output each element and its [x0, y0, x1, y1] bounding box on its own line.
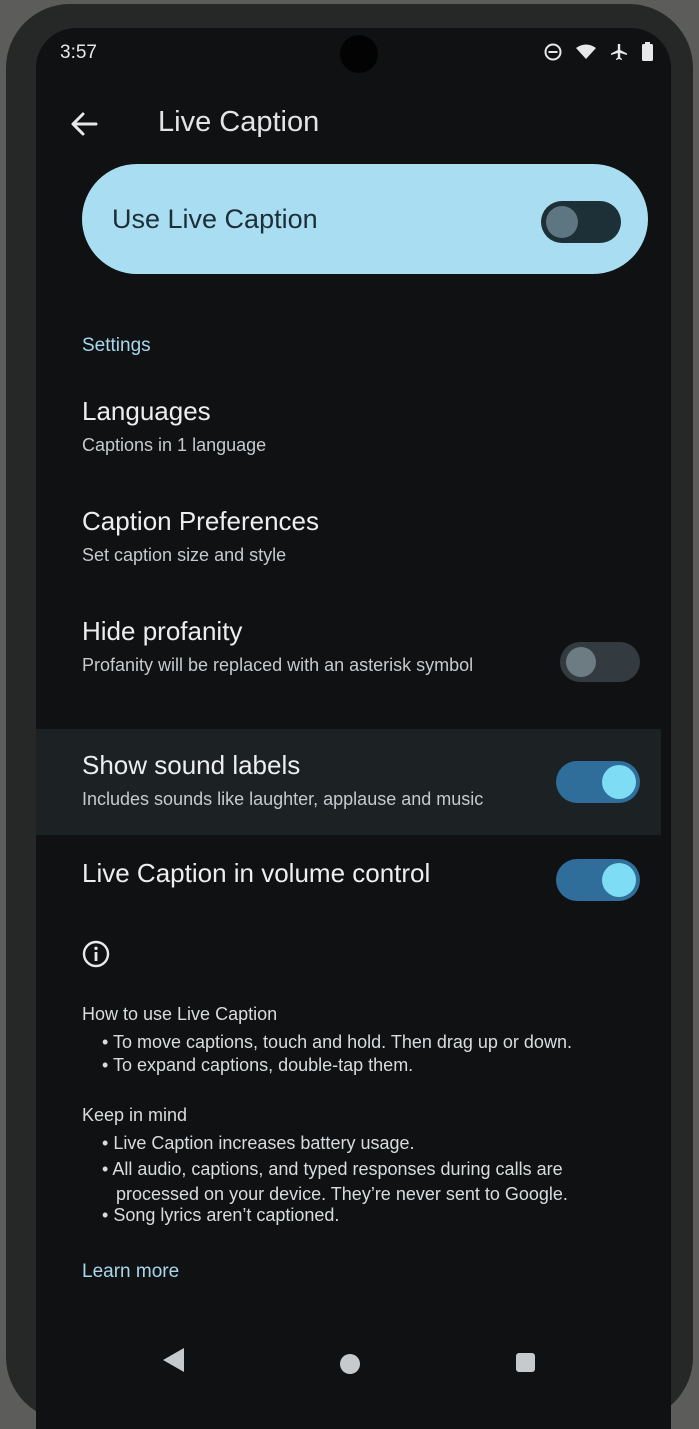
show-sound-labels-subtitle: Includes sounds like laughter, applause … — [82, 789, 484, 809]
show-sound-labels-title: Show sound labels — [82, 750, 301, 780]
wifi-icon — [576, 44, 596, 59]
keep-in-mind-text-2: All audio, captions, and typed responses… — [112, 1159, 563, 1179]
how-to-text-1: To move captions, touch and hold. Then d… — [112, 1032, 572, 1052]
toggle-knob — [546, 206, 578, 238]
hide-profanity-subtitle: Profanity will be replaced with an aster… — [82, 655, 474, 675]
status-icons — [544, 42, 653, 61]
do-not-disturb-icon — [544, 43, 562, 60]
how-to-heading: How to use Live Caption — [82, 1004, 278, 1024]
volume-control-item[interactable]: Live Caption in volume control — [82, 858, 552, 902]
phone-frame: 3:57 Live Caption Use Live Caption Setti… — [6, 4, 693, 1429]
show-sound-labels-item[interactable]: Show sound labels Includes sounds like l… — [82, 750, 552, 820]
how-to-bullet-2: • To expand captions, double-tap them. — [102, 1055, 414, 1075]
toggle-knob — [602, 863, 636, 897]
keep-in-mind-heading: Keep in mind — [82, 1105, 188, 1125]
info-icon — [82, 940, 110, 968]
hide-profanity-toggle[interactable] — [560, 642, 640, 682]
arrow-left-icon — [71, 112, 98, 136]
languages-subtitle: Captions in 1 language — [82, 435, 267, 455]
front-camera — [340, 35, 378, 73]
page-title: Live Caption — [158, 106, 320, 138]
learn-more-link[interactable]: Learn more — [82, 1261, 179, 1283]
volume-control-title: Live Caption in volume control — [82, 858, 431, 888]
how-to-text-2: To expand captions, double-tap them. — [112, 1055, 414, 1075]
toggle-knob — [602, 765, 636, 799]
languages-title: Languages — [82, 396, 211, 426]
caption-preferences-title: Caption Preferences — [82, 506, 320, 536]
keep-in-mind-text-3: Song lyrics aren’t captioned. — [113, 1205, 340, 1225]
caption-preferences-subtitle: Set caption size and style — [82, 545, 287, 565]
settings-heading: Settings — [82, 335, 151, 356]
nav-back-icon[interactable] — [160, 1346, 186, 1374]
keep-in-mind-bullet-2: • All audio, captions, and typed respons… — [102, 1159, 563, 1179]
nav-recents-icon[interactable] — [516, 1353, 535, 1372]
show-sound-labels-toggle[interactable] — [556, 761, 640, 803]
nav-home-icon[interactable] — [340, 1354, 360, 1374]
keep-in-mind-text-2-cont: processed on your device. They’re never … — [116, 1184, 568, 1204]
screen: 3:57 Live Caption Use Live Caption Setti… — [36, 28, 671, 1429]
battery-icon — [642, 42, 653, 61]
hide-profanity-item[interactable]: Hide profanity Profanity will be replace… — [82, 616, 552, 696]
languages-item[interactable]: Languages Captions in 1 language — [82, 396, 342, 476]
status-time: 3:57 — [60, 42, 97, 63]
keep-in-mind-bullet-3: • Song lyrics aren’t captioned. — [102, 1205, 340, 1225]
use-live-caption-label: Use Live Caption — [112, 204, 318, 234]
back-button[interactable] — [66, 106, 102, 142]
caption-preferences-item[interactable]: Caption Preferences Set caption size and… — [82, 506, 402, 586]
keep-in-mind-bullet-1: • Live Caption increases battery usage. — [102, 1133, 415, 1153]
how-to-bullet-1: • To move captions, touch and hold. Then… — [102, 1032, 572, 1052]
airplane-icon — [611, 43, 627, 60]
keep-in-mind-text-1: Live Caption increases battery usage. — [113, 1133, 415, 1153]
use-live-caption-toggle[interactable] — [541, 201, 621, 243]
volume-control-toggle[interactable] — [556, 859, 640, 901]
hide-profanity-title: Hide profanity — [82, 616, 243, 646]
toggle-knob — [566, 647, 596, 677]
